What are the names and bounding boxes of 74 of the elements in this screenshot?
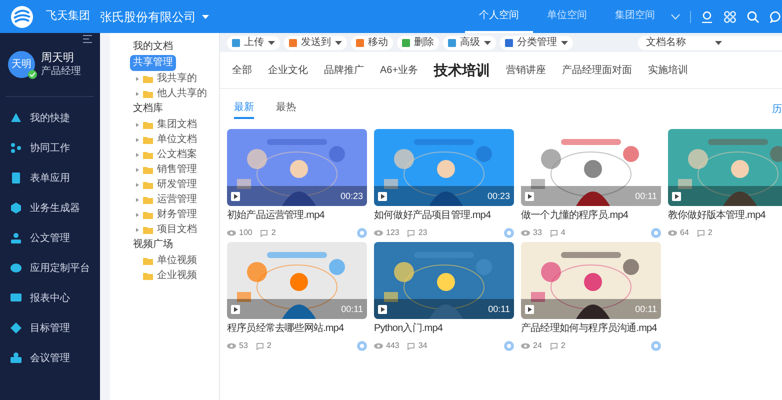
video-duration: 00:11 [341, 302, 363, 316]
video-duration: 00:11 [635, 190, 657, 202]
tree-section[interactable]: 我的文档 [130, 39, 176, 55]
video-title[interactable]: 如何做好产品项目管理.mp4 [374, 209, 514, 223]
video-duration: 00:23 [487, 190, 510, 202]
toolbar-button[interactable]: 移动 [351, 36, 393, 50]
video-title[interactable]: 程序员经常去哪些网站.mp4 [227, 322, 367, 336]
comment-count: 2 [266, 340, 272, 352]
view-count: 100 [239, 227, 252, 239]
tree-item[interactable]: 项目文档 [130, 222, 219, 237]
user-role: 产品经理 [41, 65, 81, 78]
tree-item[interactable]: 集团文档 [130, 117, 219, 132]
sidebar-item[interactable]: 公文管理 [0, 223, 100, 253]
sort-tab[interactable]: 最热 [276, 100, 296, 119]
category-tab[interactable]: 产品经理面对面 [562, 62, 632, 78]
video-title[interactable]: 教你做好版本管理.mp4 [668, 209, 782, 223]
tree-item[interactable]: 财务管理 [130, 207, 219, 222]
sort-tab[interactable]: 最新 [234, 100, 254, 119]
tree-item[interactable]: 单位视频 [130, 253, 219, 268]
history-link[interactable]: 历 [772, 102, 782, 117]
tree-item[interactable]: 他人共享的 [130, 86, 219, 101]
sidebar-item[interactable]: 业务生成器 [0, 193, 100, 223]
view-count: 64 [680, 227, 689, 239]
category-tab[interactable]: 品牌推广 [324, 62, 364, 78]
toolbar-button[interactable]: 删除 [397, 36, 439, 50]
tree-item[interactable]: 销售管理 [130, 162, 219, 177]
video-title[interactable]: Python入门.mp4 [374, 322, 514, 336]
sidebar-item[interactable]: 协同工作 [0, 133, 100, 163]
comment-count: 2 [560, 340, 566, 352]
view-count: 123 [386, 227, 400, 239]
view-count: 24 [533, 340, 542, 352]
comment-count: 4 [560, 227, 566, 239]
video-title[interactable]: 做一个九懂的程序员.mp4 [521, 209, 661, 223]
view-count: 33 [533, 227, 542, 239]
comment-count: 2 [271, 227, 276, 239]
category-tab[interactable]: A6+业务 [380, 62, 418, 78]
comment-count: 34 [418, 340, 428, 352]
company-switcher[interactable]: 张氏股份有限公司 [100, 8, 209, 26]
video-duration: 00:11 [635, 302, 657, 316]
category-tab[interactable]: 营销讲座 [506, 62, 546, 78]
category-tab[interactable]: 企业文化 [268, 62, 308, 78]
sidebar-item[interactable]: 表单应用 [0, 163, 100, 193]
tree-section[interactable]: 视频广场 [130, 237, 176, 253]
category-tab[interactable]: 实施培训 [648, 62, 688, 78]
category-tab[interactable]: 技术培训 [434, 60, 490, 80]
tree-item[interactable]: 运营管理 [130, 192, 219, 207]
tree-item[interactable]: 研发管理 [130, 177, 219, 192]
toolbar-button[interactable]: 高级 [443, 36, 496, 50]
video-duration: 00:11 [488, 302, 510, 316]
toolbar-button[interactable]: 分类管理 [500, 36, 573, 50]
video-duration: 00:23 [340, 190, 363, 202]
view-count: 443 [386, 340, 400, 352]
tree-item[interactable]: 单位文档 [130, 132, 219, 147]
category-tab[interactable]: 全部 [232, 62, 252, 78]
tree-item[interactable]: 我共享的 [130, 71, 219, 86]
sidebar-item[interactable]: 报表中心 [0, 283, 100, 313]
view-count: 53 [239, 340, 248, 352]
sidebar-item[interactable]: 我的快捷 [0, 103, 100, 133]
tree-item[interactable]: 企业视频 [130, 268, 219, 283]
toolbar-button[interactable]: 发送到 [284, 36, 347, 50]
video-title[interactable]: 初始产品运营管理.mp4 [227, 209, 367, 223]
sidebar-item[interactable]: 目标管理 [0, 313, 100, 343]
avatar-initials: 天明 [12, 58, 32, 72]
video-title[interactable]: 产品经理如何与程序员沟通.mp4 [521, 322, 661, 336]
sidebar-item[interactable]: 会议管理 [0, 343, 100, 373]
user-name: 周天明 [41, 51, 75, 65]
sidebar-item[interactable]: 应用定制平台 [0, 253, 100, 283]
comment-count: 2 [708, 227, 712, 239]
org-name: 飞天集团 [46, 9, 90, 24]
toolbar-button[interactable]: 上传 [227, 36, 280, 50]
tree-section[interactable]: 文档库 [130, 101, 166, 117]
search-type-select[interactable]: 文档名称 [638, 36, 782, 50]
comment-count: 23 [418, 227, 428, 239]
tree-item[interactable]: 公文档案 [130, 147, 219, 162]
